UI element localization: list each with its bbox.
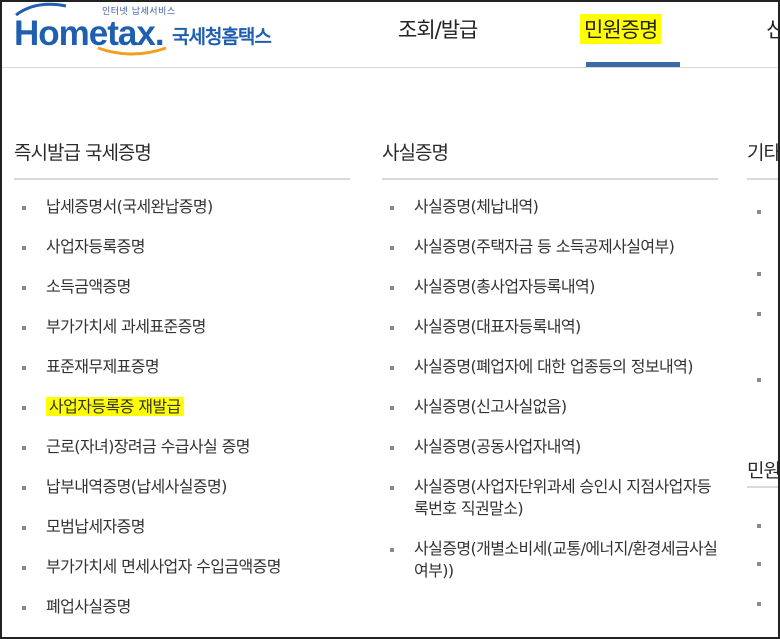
bullet-icon [390,206,394,210]
list-item-label: 사실증명(폐업자에 대한 업종등의 정보내역) [414,357,694,376]
list-item[interactable]: 사실증명(개별소비세(교통/에너지/환경세금사실여부)) [382,538,718,582]
nav-lookup-issue[interactable]: 조회/발급 [398,14,478,44]
list-item-label: 사실증명(사업자단위과세 승인시 지점사업자등록번호 직권말소) [414,477,712,518]
list-item[interactable]: 사실증명(신고사실없음) [382,396,718,418]
list-item-label: 소득금액증명 [46,277,131,296]
hometax-logo[interactable]: 인터넷 납세서비스 Hometax. 국세청홈택스 [14,2,304,62]
list-item[interactable]: 사실증명(사업자단위과세 승인시 지점사업자등록번호 직권말소) [382,476,718,520]
list-item-label: 사실증명(신고사실없음) [414,397,567,416]
bullet-icon [22,526,26,530]
list-item-label: 사실증명(공동사업자내역) [414,437,581,456]
bullet-icon [390,286,394,290]
list-item[interactable]: 납부내역증명(납세사실증명) [14,476,350,516]
list-item-reissue-highlighted[interactable]: 사업자등록증 재발급 [14,396,350,436]
instant-cert-title: 즉시발급 국세증명 [14,134,350,180]
list-item-label: 부가가치세 과세표준증명 [46,317,206,336]
bullet-icon [390,366,394,370]
page-frame: 인터넷 납세서비스 Hometax. 국세청홈택스 조회/발급 민원증명 신 즉… [0,0,780,639]
bullet-icon [757,524,761,528]
list-item[interactable]: 사업자등록증명 [14,236,350,276]
list-item-label: 사업자등록증명 [46,237,145,256]
list-item[interactable]: 사실증명(체납내역) [382,196,718,218]
list-item[interactable]: 부가가치세 면세사업자 수입금액증명 [14,556,350,596]
list-item-label: 납세증명서(국세완납증명) [46,197,213,216]
nav-next-partial[interactable]: 신 [766,14,778,44]
list-item[interactable]: 사실증명(총사업자등록내역) [382,276,718,298]
fact-cert-title: 사실증명 [382,134,718,180]
active-tab-indicator [586,62,680,67]
bullet-icon [757,272,761,276]
list-item[interactable]: 소득금액증명 [14,276,350,316]
nav-civil-certificate[interactable]: 민원증명 [580,14,662,44]
bullet-icon [22,446,26,450]
list-item-label: 사실증명(체납내역) [414,197,539,216]
logo-brand-korean: 국세청홈택스 [172,26,272,48]
bullet-icon [757,210,761,214]
bullet-icon [22,246,26,250]
list-item[interactable]: 납세증명서(국세완납증명) [14,196,350,236]
bullet-icon [390,246,394,250]
bullet-icon [22,566,26,570]
logo-arc-icon [97,46,167,56]
bullet-icon [22,206,26,210]
list-item-label: 사실증명(대표자등록내역) [414,317,581,336]
bullet-icon [757,378,761,382]
list-item-label: 납부내역증명(납세사실증명) [46,477,227,496]
section-divider [747,486,778,488]
other-cert-column: 기타 민원 [747,134,778,606]
bullet-icon [390,548,394,552]
list-item[interactable]: 사실증명(대표자등록내역) [382,316,718,338]
list-item-label: 부가가치세 면세사업자 수입금액증명 [46,557,282,576]
other-cert-title: 기타 [747,134,778,180]
list-item-label: 사업자등록증 재발급 [46,397,184,416]
list-item[interactable]: 폐업사실증명 [14,596,350,636]
bullet-icon [757,562,761,566]
bullet-icon [390,486,394,490]
civil-section-title: 민원 [747,460,780,482]
list-item[interactable]: 표준재무제표증명 [14,356,350,396]
fact-cert-column: 사실증명 사실증명(체납내역) 사실증명(주택자금 등 소득공제사실여부) 사실… [382,134,718,600]
bullet-icon [390,406,394,410]
bullet-icon [22,606,26,610]
list-item[interactable]: 근로(자녀)장려금 수급사실 증명 [14,436,350,476]
list-item-label: 사실증명(주택자금 등 소득공제사실여부) [414,237,675,256]
list-item-label: 사실증명(총사업자등록내역) [414,277,595,296]
bullet-icon [22,366,26,370]
list-item[interactable]: 부가가치세 과세표준증명 [14,316,350,356]
instant-cert-list: 납세증명서(국세완납증명) 사업자등록증명 소득금액증명 부가가치세 과세표준증… [14,196,350,636]
list-item-label: 폐업사실증명 [46,597,131,616]
list-item-label: 표준재무제표증명 [46,357,160,376]
list-item[interactable]: 모범납세자증명 [14,516,350,556]
bullet-icon [757,312,761,316]
list-item[interactable]: 사실증명(주택자금 등 소득공제사실여부) [382,236,718,258]
bullet-icon [22,406,26,410]
list-item[interactable]: 사실증명(공동사업자내역) [382,436,718,458]
site-header: 인터넷 납세서비스 Hometax. 국세청홈택스 조회/발급 민원증명 신 [2,2,778,68]
bullet-icon [757,602,761,606]
list-item-label: 사실증명(개별소비세(교통/에너지/환경세금사실여부)) [414,539,718,580]
bullet-icon [390,446,394,450]
bullet-icon [22,286,26,290]
bullet-icon [22,326,26,330]
bullet-icon [390,326,394,330]
fact-cert-list: 사실증명(체납내역) 사실증명(주택자금 등 소득공제사실여부) 사실증명(총사… [382,196,718,582]
list-item[interactable]: 사실증명(폐업자에 대한 업종등의 정보내역) [382,356,718,378]
instant-cert-column: 즉시발급 국세증명 납세증명서(국세완납증명) 사업자등록증명 소득금액증명 부… [14,134,350,636]
bullet-icon [22,486,26,490]
list-item-label: 모범납세자증명 [46,517,145,536]
list-item-label: 근로(자녀)장려금 수급사실 증명 [46,437,250,456]
